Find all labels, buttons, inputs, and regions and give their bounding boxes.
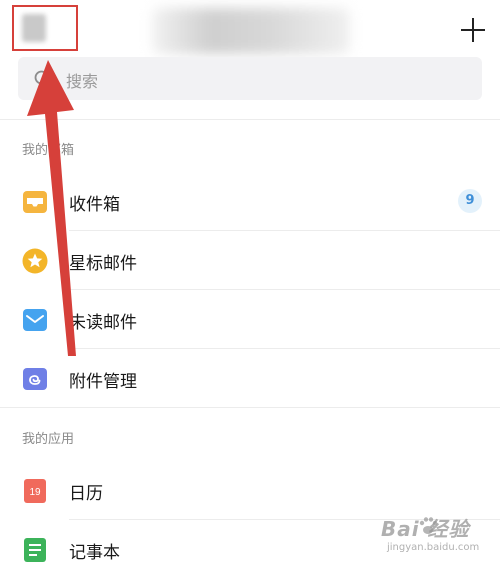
- folder-label: 附件管理: [69, 372, 137, 392]
- watermark-url: jingyan.baidu.com: [387, 542, 480, 553]
- search-placeholder: 搜索: [66, 72, 99, 91]
- mail-folder-screen: + 搜索 我的邮箱 收件箱 9 星标邮件 未读邮件: [0, 0, 500, 567]
- folder-label: 收件箱: [69, 195, 120, 215]
- folder-label: 未读邮件: [69, 313, 137, 333]
- app-label: 记事本: [69, 543, 120, 563]
- search-bar[interactable]: 搜索: [18, 57, 482, 100]
- notepad-icon: [24, 538, 46, 562]
- section-label-apps: 我的应用: [22, 432, 75, 447]
- calendar-day: 19: [29, 487, 41, 498]
- baidu-jingyan-watermark: Bai 经验 jingyan.baidu.com: [375, 513, 495, 561]
- inbox-icon: [23, 191, 47, 213]
- divider: [0, 407, 500, 408]
- annotation-highlight-box: [12, 5, 78, 51]
- paw-logo-icon: [419, 517, 438, 534]
- divider: [0, 119, 500, 120]
- attachment-icon: [23, 368, 47, 390]
- folder-row-attachments[interactable]: 附件管理: [0, 349, 500, 407]
- folder-row-inbox[interactable]: 收件箱: [0, 172, 500, 230]
- folder-label: 星标邮件: [69, 254, 137, 274]
- blurred-account-title: [152, 8, 350, 54]
- unread-mail-icon: [23, 309, 47, 331]
- star-icon: [22, 248, 48, 274]
- unread-count-badge: 9: [458, 189, 482, 213]
- search-icon: [34, 70, 52, 88]
- section-label-mailboxes: 我的邮箱: [22, 143, 75, 158]
- app-row-calendar[interactable]: 19 日历: [0, 461, 500, 519]
- folder-row-starred[interactable]: 星标邮件: [0, 231, 500, 289]
- top-bar: +: [0, 0, 500, 58]
- app-label: 日历: [69, 484, 103, 504]
- add-button[interactable]: +: [460, 17, 486, 43]
- calendar-icon: 19: [24, 479, 46, 503]
- folder-row-unread[interactable]: 未读邮件: [0, 290, 500, 348]
